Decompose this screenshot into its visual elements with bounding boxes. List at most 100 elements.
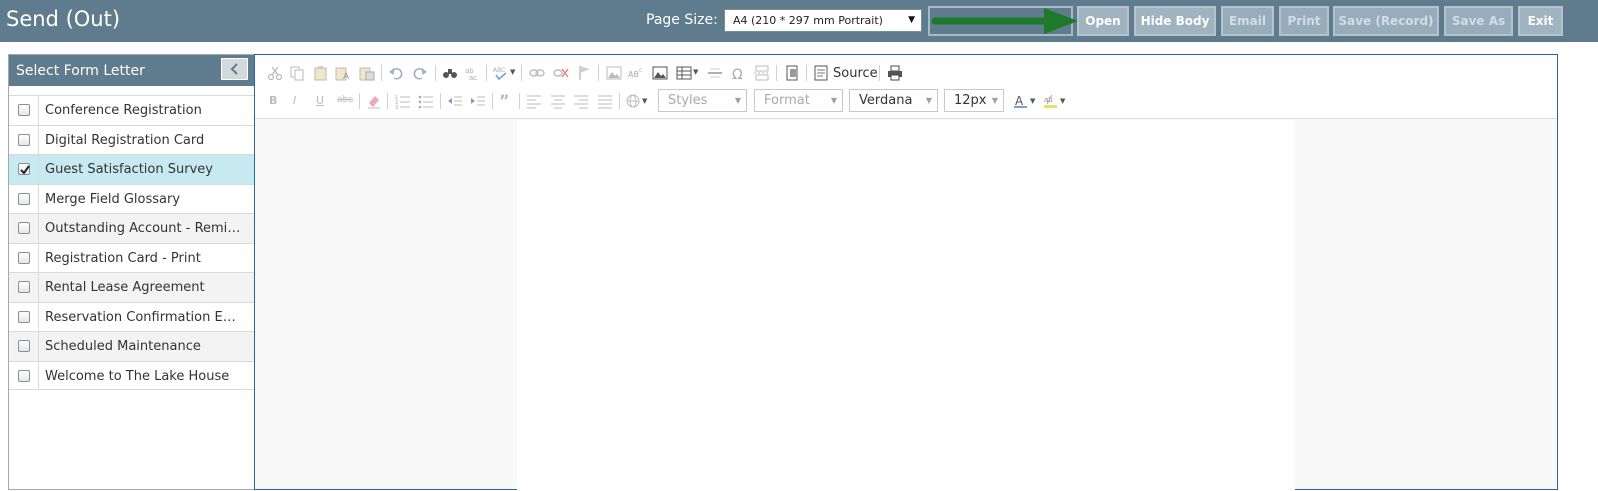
align-center-icon[interactable] [550,93,566,109]
styles-dropdown[interactable]: Styles ▼ [658,89,747,112]
justify-icon[interactable] [597,93,613,109]
language-icon[interactable] [626,93,642,109]
list-item[interactable]: Reservation Confirmation Email [9,301,254,331]
form-letter-panel: Select Form Letter Conference Registrati… [8,54,254,490]
editor-toolbar: A ab ac ABC ▼ AB c ▼ Ω Source B I U abc … [255,55,1557,119]
paste-word-icon[interactable] [359,65,375,81]
anchor-flag-icon[interactable] [577,65,593,81]
checkbox[interactable] [18,104,30,116]
exit-button[interactable]: Exit [1518,6,1563,36]
list-item[interactable]: Outstanding Account - Reminder [9,213,254,243]
spellcheck-icon[interactable]: ABC [493,65,509,81]
checkbox[interactable] [18,222,30,234]
page-break-icon[interactable] [754,65,770,81]
chevron-down-icon: ▼ [925,96,932,105]
checkbox[interactable] [18,192,30,205]
replace-icon[interactable]: abac [464,65,480,81]
print-icon[interactable] [887,65,903,81]
svg-text:Ω: Ω [732,67,743,81]
picture-icon[interactable] [652,65,668,81]
preview-icon[interactable] [784,65,800,81]
special-char-icon[interactable]: Ω [731,65,747,81]
cut-icon[interactable] [267,65,283,81]
svg-text:A: A [1015,94,1024,108]
list-item-label: Conference Registration [45,103,202,118]
checkbox[interactable] [18,251,30,264]
checkbox[interactable] [18,310,30,323]
page-size-select[interactable]: A4 (210 * 297 mm Portrait) ▼ [724,9,922,32]
list-item[interactable]: Welcome to The Lake House [9,360,254,390]
list-item[interactable]: Scheduled Maintenance [9,331,254,361]
remove-format-icon[interactable] [366,93,382,109]
numbered-list-icon[interactable]: 123 [395,93,411,109]
page-size-value: A4 (210 * 297 mm Portrait) [733,14,883,27]
undo-icon[interactable] [388,65,404,81]
align-left-icon[interactable] [526,93,542,109]
text-color-icon[interactable]: A [1013,93,1029,109]
list-item[interactable]: Registration Card - Print [9,242,254,272]
link-icon[interactable] [529,65,545,81]
chevron-down-icon: ▼ [693,68,699,76]
email-button[interactable]: Email [1221,6,1274,36]
font-family-dropdown[interactable]: Verdana ▼ [849,89,938,112]
outdent-icon[interactable] [447,93,463,109]
checkbox[interactable] [18,340,30,352]
indent-icon[interactable] [470,93,486,109]
checkbox[interactable] [18,133,30,146]
find-icon[interactable] [442,65,458,81]
blockquote-icon[interactable]: ” [499,91,515,110]
document-page[interactable] [517,120,1295,491]
format-dropdown-label: Format [764,93,810,108]
checkbox[interactable] [18,369,30,382]
chevron-down-icon: ▼ [908,15,915,25]
list-item-label: Outstanding Account - Reminder [45,221,247,236]
redo-icon[interactable] [412,65,428,81]
bulleted-list-icon[interactable] [418,93,434,109]
chevron-down-icon: ▼ [991,96,998,105]
list-item[interactable]: Merge Field Glossary [9,183,254,213]
image-icon[interactable] [606,65,622,81]
chevron-down-icon: ▼ [1030,97,1036,105]
form-letter-panel-header: Select Form Letter [9,55,254,86]
source-button-label[interactable]: Source [833,65,878,82]
hide-body-button[interactable]: Hide Body [1134,6,1216,36]
list-item-label: Scheduled Maintenance [45,339,201,354]
bold-icon[interactable]: B [269,94,285,110]
open-button[interactable]: Open [1077,6,1129,36]
list-item[interactable]: Digital Registration Card [9,124,254,154]
italic-icon[interactable]: I [293,94,309,110]
collapse-panel-button[interactable] [221,58,248,80]
unlink-icon[interactable] [553,65,569,81]
svg-text:c: c [639,67,642,74]
list-item-label: Registration Card - Print [45,250,201,266]
highlight-color-icon[interactable]: ab [1043,93,1059,109]
font-size-dropdown[interactable]: 12px ▼ [944,89,1004,112]
horizontal-line-icon[interactable] [707,65,723,81]
list-item-label: Guest Satisfaction Survey [45,162,213,177]
paste-text-icon[interactable]: A [335,65,351,81]
svg-text:AB: AB [628,70,639,79]
checkbox[interactable] [18,281,30,293]
copy-icon[interactable] [289,65,305,81]
paste-icon[interactable] [313,65,329,81]
list-item-selected[interactable]: Guest Satisfaction Survey [9,154,254,184]
save-as-button[interactable]: Save As [1444,6,1513,36]
source-icon[interactable] [813,65,829,81]
format-dropdown[interactable]: Format ▼ [754,89,843,112]
checkbox-checked[interactable] [18,163,30,175]
print-button[interactable]: Print [1279,6,1329,36]
chevron-down-icon: ▼ [1060,97,1066,105]
abbreviation-icon[interactable]: AB c [628,65,644,81]
svg-text:ABC: ABC [493,67,505,74]
list-item[interactable]: Rental Lease Agreement [9,272,254,302]
form-letter-list: Conference Registration Digital Registra… [9,95,254,390]
strikethrough-icon[interactable]: abc [337,95,353,111]
table-icon[interactable] [676,65,692,81]
align-right-icon[interactable] [573,93,589,109]
list-item[interactable]: Conference Registration [9,95,254,125]
underline-icon[interactable]: U [316,94,332,110]
chevron-left-icon [230,63,238,75]
save-record-button[interactable]: Save (Record) [1333,6,1439,36]
pointer-arrow-icon [931,8,1078,34]
svg-text:3: 3 [395,105,398,109]
